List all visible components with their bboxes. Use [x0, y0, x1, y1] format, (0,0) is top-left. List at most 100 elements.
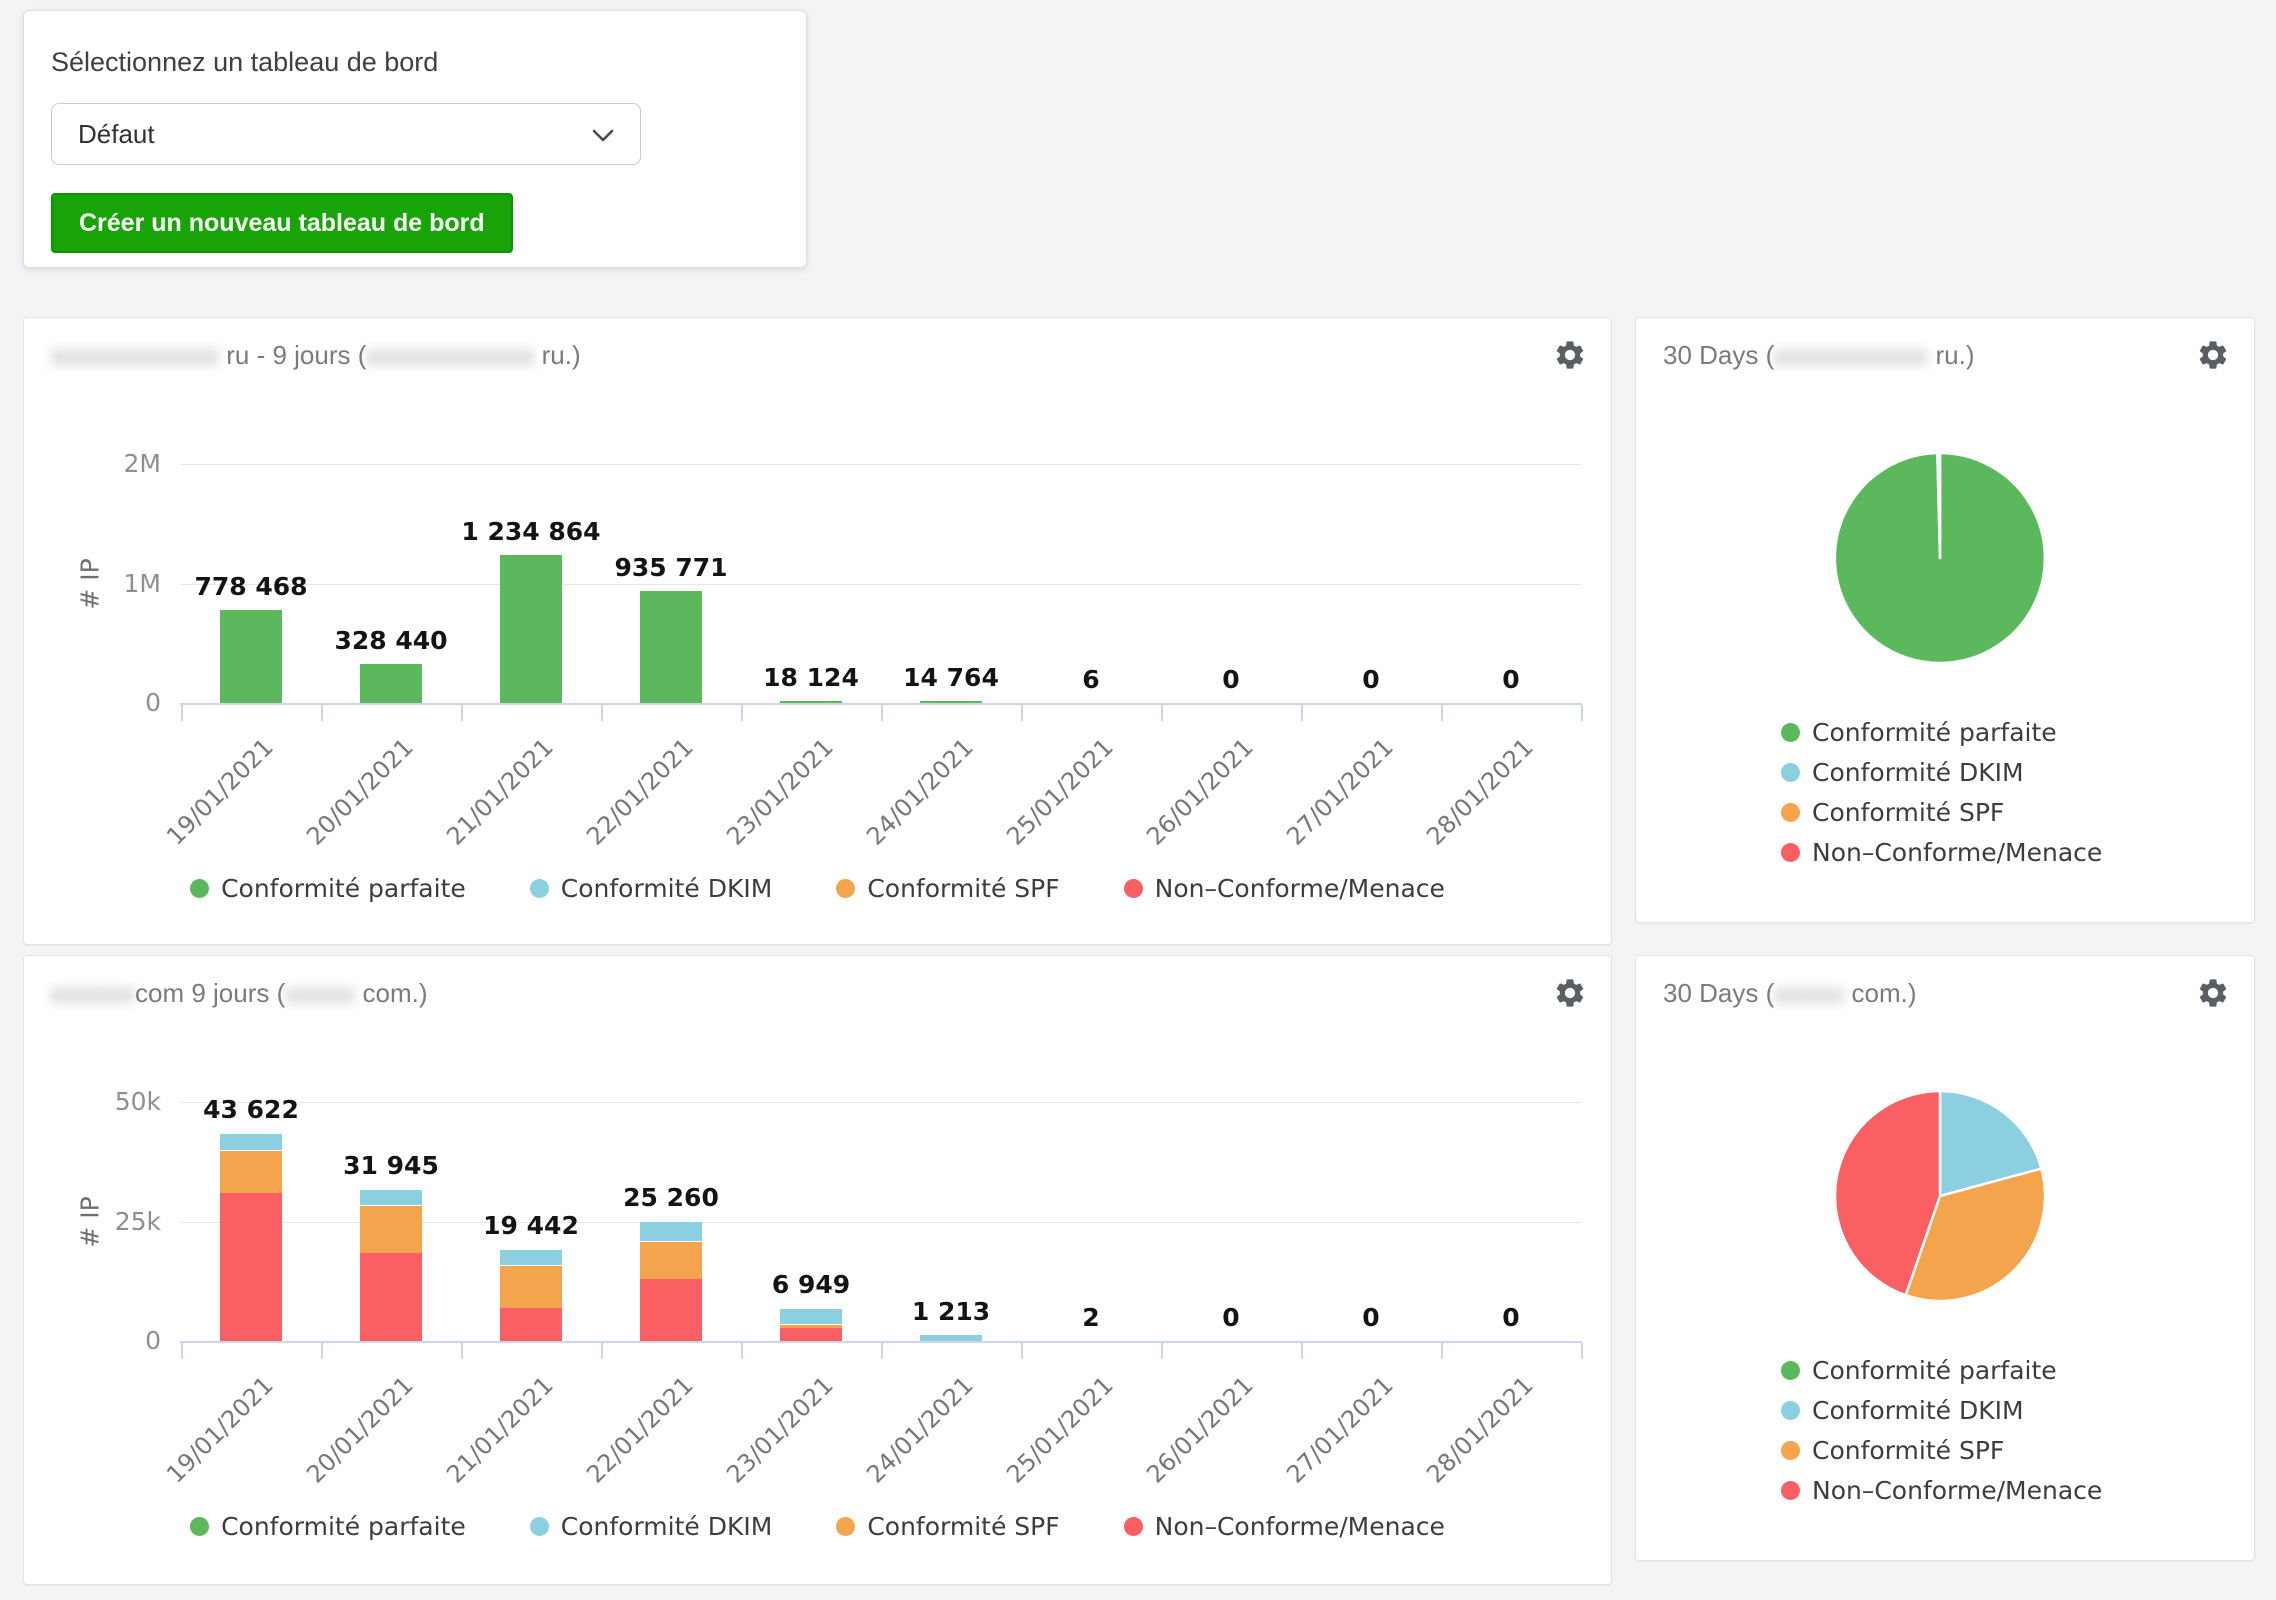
legend-item[interactable]: Conformité SPF	[1781, 1436, 2102, 1465]
y-axis-tick-label: 50k	[24, 1087, 161, 1116]
legend-item[interactable]: Conformité parfaite	[1781, 718, 2102, 747]
x-axis-tick	[1581, 1343, 1583, 1359]
bar-value-label: 25 260	[571, 1183, 771, 1212]
bar-value-label: 43 622	[151, 1095, 351, 1124]
bar-value-label: 1 234 864	[431, 517, 631, 546]
x-axis-tick	[181, 705, 183, 721]
y-axis-tick-label: 2M	[24, 449, 161, 478]
panel-bar-chart-com: xxxxxxcom 9 jours (xxxxx com.) Conformit…	[23, 955, 1612, 1585]
panel-title: 30 Days (xxxxx com.)	[1663, 978, 1917, 1009]
bar-segment	[360, 1205, 422, 1253]
x-axis-tick	[1301, 705, 1303, 721]
bar-segment	[500, 1249, 562, 1265]
bar-segment	[640, 1279, 702, 1341]
legend-dot-icon	[1781, 803, 1800, 822]
legend-item[interactable]: Non–Conforme/Menace	[1781, 1476, 2102, 1505]
title-text: com.)	[1844, 978, 1916, 1008]
settings-gear-icon[interactable]	[2196, 338, 2230, 372]
bar-segment	[780, 701, 842, 703]
bar-value-label: 935 771	[571, 553, 771, 582]
pie-chart	[1810, 428, 2070, 688]
legend-label: Conformité parfaite	[1812, 1356, 2057, 1385]
x-axis-tick	[1581, 705, 1583, 721]
bar-segment	[500, 1265, 562, 1308]
y-axis-tick-label: 1M	[24, 569, 161, 598]
title-text: com 9 jours (	[135, 978, 285, 1008]
create-dashboard-button[interactable]: Créer un nouveau tableau de bord	[51, 193, 513, 253]
bar-segment	[920, 701, 982, 703]
settings-gear-icon[interactable]	[1553, 976, 1587, 1010]
legend-item[interactable]: Conformité SPF	[836, 1512, 1059, 1541]
bar-segment	[640, 591, 702, 703]
bar-value-label: 0	[1411, 665, 1611, 694]
bar-segment	[920, 1335, 982, 1341]
bar-value-label: 31 945	[291, 1151, 491, 1180]
panel-pie-chart-ru: 30 Days (xxxxxxxxxxx ru.) Conformité par…	[1635, 317, 2255, 923]
redacted-text: xxxxxxxxxxxx	[51, 340, 219, 370]
legend-label: Non–Conforme/Menace	[1812, 1476, 2102, 1505]
redacted-text: xxxxxxxxxxx	[1774, 340, 1928, 370]
title-text: com.)	[355, 978, 427, 1008]
bar-value-label: 19 442	[431, 1211, 631, 1240]
bar-segment	[780, 1328, 842, 1341]
legend-item[interactable]: Conformité DKIM	[1781, 1396, 2102, 1425]
legend-label: Conformité DKIM	[1812, 1396, 2024, 1425]
x-axis-tick	[461, 1343, 463, 1359]
title-text: 30 Days (	[1663, 340, 1774, 370]
panel-title: 30 Days (xxxxxxxxxxx ru.)	[1663, 340, 1975, 371]
legend-item[interactable]: Conformité SPF	[1781, 798, 2102, 827]
redacted-text: xxxxx	[285, 978, 355, 1008]
x-axis-tick	[881, 1343, 883, 1359]
legend-dot-icon	[1781, 1481, 1800, 1500]
x-axis-tick	[1441, 1343, 1443, 1359]
redacted-text: xxxxxxxxxxxx	[366, 340, 534, 370]
legend-label: Conformité SPF	[1812, 1436, 2004, 1465]
grid-line	[181, 584, 1581, 585]
x-axis-tick	[1441, 705, 1443, 721]
dashboard-page: { "selector_card": { "label": "Sélection…	[0, 0, 2276, 1600]
panel-bar-chart-ru: xxxxxxxxxxxx ru - 9 jours (xxxxxxxxxxxx …	[23, 317, 1612, 945]
bar-segment	[780, 1324, 842, 1328]
legend-item[interactable]: Conformité parfaite	[1781, 1356, 2102, 1385]
legend-dot-icon	[190, 1517, 209, 1536]
legend-dot-icon	[1781, 1361, 1800, 1380]
y-axis-tick-label: 0	[24, 1326, 161, 1355]
legend-dot-icon	[1781, 763, 1800, 782]
bar-segment	[360, 664, 422, 703]
bar-value-label: 0	[1411, 1303, 1611, 1332]
chevron-down-icon	[592, 119, 614, 150]
bar-segment	[360, 1253, 422, 1341]
bar-segment	[640, 1241, 702, 1279]
legend-item[interactable]: Conformité DKIM	[1781, 758, 2102, 787]
bar-segment	[360, 1189, 422, 1205]
panel-title: xxxxxxxxxxxx ru - 9 jours (xxxxxxxxxxxx …	[51, 340, 581, 371]
dashboard-select[interactable]: Défaut	[51, 103, 641, 165]
panel-title: xxxxxxcom 9 jours (xxxxx com.)	[51, 978, 428, 1009]
dashboard-select-value: Défaut	[78, 119, 155, 150]
x-axis-tick	[601, 1343, 603, 1359]
settings-gear-icon[interactable]	[2196, 976, 2230, 1010]
title-text: ru - 9 jours (	[219, 340, 366, 370]
legend-dot-icon	[1781, 1441, 1800, 1460]
x-axis-tick	[881, 705, 883, 721]
x-axis-tick	[1021, 705, 1023, 721]
bar-value-label: 6 949	[711, 1270, 911, 1299]
x-axis-tick	[1161, 1343, 1163, 1359]
bar-segment	[780, 1308, 842, 1324]
x-axis-tick	[1161, 705, 1163, 721]
redacted-text: xxxxx	[1774, 978, 1844, 1008]
bar-segment	[220, 1193, 282, 1341]
x-axis-tick	[741, 705, 743, 721]
bar-segment	[220, 610, 282, 703]
x-axis-tick	[741, 1343, 743, 1359]
title-text: ru.)	[1928, 340, 1974, 370]
settings-gear-icon[interactable]	[1553, 338, 1587, 372]
legend-item[interactable]: Conformité SPF	[836, 874, 1059, 903]
x-axis-tick	[321, 705, 323, 721]
panel-pie-chart-com: 30 Days (xxxxx com.) Conformité parfaite…	[1635, 955, 2255, 1561]
legend-dot-icon	[1781, 723, 1800, 742]
legend-item[interactable]: Non–Conforme/Menace	[1781, 838, 2102, 867]
bar-segment	[220, 1133, 282, 1150]
bar-segment	[500, 1308, 562, 1341]
legend-label: Conformité DKIM	[561, 874, 773, 903]
